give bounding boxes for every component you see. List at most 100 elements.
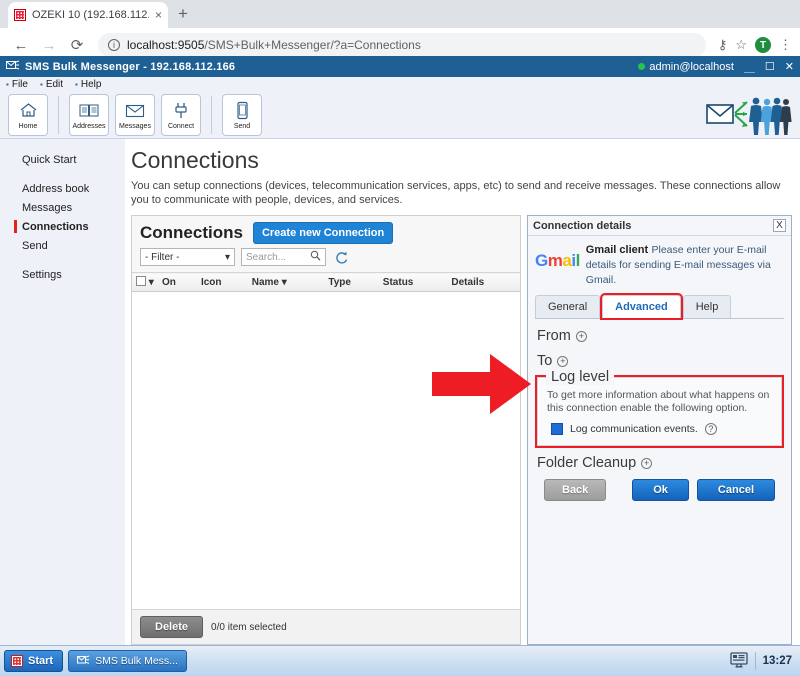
- app-title: SMS Bulk Messenger - 192.168.112.166: [25, 61, 235, 73]
- browser-window: OZEKI 10 (192.168.112.166) × + ← → ⟳ i l…: [0, 0, 800, 645]
- tab-general[interactable]: General: [535, 295, 600, 318]
- profile-avatar[interactable]: T: [755, 37, 771, 53]
- plug-icon: [173, 100, 189, 122]
- expand-icon[interactable]: +: [641, 458, 652, 469]
- toolbar-separator-2: [211, 96, 212, 134]
- back-icon[interactable]: ←: [8, 32, 34, 58]
- new-tab-button[interactable]: +: [178, 4, 188, 24]
- filter-select[interactable]: - Filter - ▾: [140, 248, 235, 266]
- display-icon[interactable]: [730, 652, 748, 671]
- home-icon: [19, 100, 38, 122]
- address-bar[interactable]: i localhost:9505/SMS+Bulk+Messenger/?a=C…: [98, 33, 706, 57]
- header-type[interactable]: Type: [324, 273, 378, 292]
- gmail-client-summary: Gmail Gmail client Please enter your E-m…: [535, 240, 784, 293]
- chevron-down-icon[interactable]: ▾: [149, 277, 154, 288]
- list-panel-title: Connections: [140, 223, 243, 243]
- gmail-logo-g: G: [535, 251, 548, 270]
- windows-taskbar: Start SMS Bulk Mess... 13:27: [0, 645, 800, 676]
- connections-table: ▾ On Icon Name ▾ Type Status Details: [132, 272, 520, 292]
- list-filters: - Filter - ▾ Search...: [132, 248, 520, 272]
- details-close-icon[interactable]: X: [773, 219, 786, 232]
- clock: 13:27: [763, 655, 792, 667]
- connections-list-panel: Connections Create new Connection - Filt…: [131, 215, 521, 645]
- search-placeholder: Search...: [246, 252, 286, 263]
- close-icon[interactable]: ×: [155, 8, 162, 22]
- start-button[interactable]: Start: [4, 650, 63, 672]
- sort-icon[interactable]: ▾: [282, 277, 287, 288]
- mobile-phone-icon: [236, 100, 249, 122]
- help-icon[interactable]: ?: [705, 423, 717, 435]
- close-button[interactable]: ✕: [785, 60, 794, 73]
- bookmark-star-icon[interactable]: ☆: [735, 37, 747, 53]
- sidebar-item-settings[interactable]: Settings: [0, 266, 125, 285]
- expand-icon[interactable]: +: [576, 331, 587, 342]
- app-toolbar: Home Addresses Messages Connect: [0, 91, 800, 139]
- site-info-icon[interactable]: i: [108, 39, 120, 51]
- toolbar-messages-button[interactable]: Messages: [115, 94, 155, 136]
- sidebar-item-connections[interactable]: Connections: [0, 218, 125, 237]
- toolbar-addresses-button[interactable]: Addresses: [69, 94, 109, 136]
- header-name[interactable]: Name ▾: [248, 273, 325, 292]
- section-to-label: To: [537, 353, 552, 369]
- start-label: Start: [28, 655, 53, 667]
- select-all-checkbox[interactable]: [136, 276, 146, 286]
- header-icon[interactable]: Icon: [197, 273, 248, 292]
- section-folder-cleanup[interactable]: Folder Cleanup +: [537, 455, 784, 471]
- gmail-logo-a: a: [562, 251, 571, 270]
- key-icon[interactable]: ⚷: [718, 37, 728, 53]
- sidebar-item-quick-start[interactable]: Quick Start: [0, 151, 125, 170]
- overflow-menu-icon[interactable]: ⋮: [779, 37, 792, 53]
- connections-table-body-empty: [132, 292, 520, 610]
- back-button[interactable]: Back: [544, 479, 606, 501]
- sidebar: Quick Start Address book Messages Connec…: [0, 139, 125, 645]
- sidebar-gap: [0, 170, 125, 180]
- log-communication-events-checkbox[interactable]: [551, 423, 563, 435]
- expand-icon[interactable]: +: [557, 356, 568, 367]
- create-new-connection-button[interactable]: Create new Connection: [253, 222, 393, 244]
- sidebar-item-address-book[interactable]: Address book: [0, 180, 125, 199]
- tab-help[interactable]: Help: [683, 295, 732, 318]
- header-details[interactable]: Details: [447, 273, 520, 292]
- toolbar-addresses-label: Addresses: [72, 123, 105, 130]
- search-icon[interactable]: [310, 250, 321, 264]
- tab-advanced[interactable]: Advanced: [602, 295, 681, 318]
- toolbar-send-button[interactable]: Send: [222, 94, 262, 136]
- sidebar-item-messages[interactable]: Messages: [0, 199, 125, 218]
- section-to[interactable]: To +: [537, 353, 784, 369]
- user-label: admin@localhost: [649, 61, 734, 73]
- toolbar-connect-label: Connect: [168, 123, 194, 130]
- header-status[interactable]: Status: [379, 273, 448, 292]
- header-on[interactable]: On: [158, 273, 197, 292]
- browser-tab[interactable]: OZEKI 10 (192.168.112.166) ×: [8, 2, 168, 28]
- maximize-button[interactable]: ☐: [765, 60, 775, 73]
- toolbar-home-label: Home: [19, 123, 38, 130]
- header-select-all[interactable]: ▾: [132, 273, 158, 292]
- minimize-button[interactable]: ＿: [744, 59, 755, 75]
- menu-file[interactable]: File: [6, 79, 28, 90]
- toolbar-home-button[interactable]: Home: [8, 94, 48, 136]
- ok-button[interactable]: Ok: [632, 479, 689, 501]
- url-host: localhost:9505: [127, 38, 204, 52]
- log-level-fieldset: Log level To get more information about …: [537, 377, 782, 446]
- reload-icon[interactable]: ⟳: [64, 32, 90, 58]
- app-menubar: File Edit Help: [0, 77, 800, 91]
- log-communication-events-row[interactable]: Log communication events. ?: [547, 423, 772, 435]
- refresh-icon[interactable]: [332, 248, 350, 266]
- toolbar-connect-button[interactable]: Connect: [161, 94, 201, 136]
- toolbar-messages-label: Messages: [119, 123, 151, 130]
- forward-icon[interactable]: →: [36, 32, 62, 58]
- sidebar-item-send[interactable]: Send: [0, 237, 125, 256]
- taskbar-item-sms-bulk-messenger[interactable]: SMS Bulk Mess...: [68, 650, 187, 672]
- app-content: Quick Start Address book Messages Connec…: [0, 139, 800, 645]
- cancel-button[interactable]: Cancel: [697, 479, 775, 501]
- menu-edit[interactable]: Edit: [40, 79, 63, 90]
- section-from[interactable]: From +: [537, 328, 784, 344]
- browser-tabstrip: OZEKI 10 (192.168.112.166) × +: [0, 0, 800, 28]
- logged-in-user: admin@localhost: [638, 61, 734, 73]
- menu-help[interactable]: Help: [75, 79, 101, 90]
- delete-button[interactable]: Delete: [140, 616, 203, 638]
- system-tray: 13:27: [730, 652, 796, 671]
- section-from-label: From: [537, 328, 571, 344]
- search-input[interactable]: Search...: [241, 248, 326, 266]
- toolbar-send-label: Send: [234, 123, 250, 130]
